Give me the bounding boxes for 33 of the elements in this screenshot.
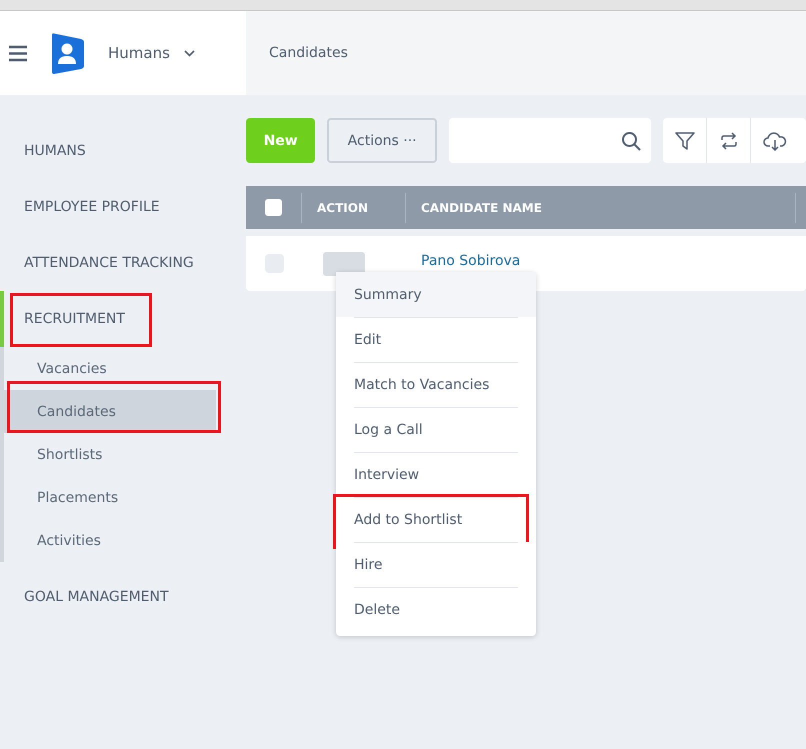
nav-subitem[interactable]: Candidates: [4, 390, 216, 433]
menu-item[interactable]: Add to Shortlist: [336, 497, 536, 542]
app-name[interactable]: Humans: [108, 44, 170, 62]
nav-item[interactable]: GOAL MANAGEMENT: [0, 569, 246, 625]
column-header: ACTION: [317, 200, 368, 214]
menu-item[interactable]: Edit: [336, 317, 536, 362]
filter-icon[interactable]: [674, 130, 694, 150]
select-all-checkbox[interactable]: [265, 199, 282, 216]
nav-item[interactable]: ATTENDANCE TRACKING: [0, 235, 246, 291]
cloud-download-icon[interactable]: [763, 130, 787, 150]
menu-item[interactable]: Match to Vacancies: [336, 362, 536, 407]
menu-item[interactable]: Log a Call: [336, 407, 536, 452]
nav-item[interactable]: HUMANS: [0, 123, 246, 179]
column-header: CANDIDATE NAME: [421, 200, 542, 214]
nav-subitem[interactable]: Vacancies: [4, 347, 216, 390]
menu-item[interactable]: Hire: [336, 542, 536, 587]
candidate-link[interactable]: Pano Sobirova: [421, 252, 520, 268]
nav-item[interactable]: EMPLOYEE PROFILE: [0, 179, 246, 235]
menu-icon[interactable]: [8, 44, 28, 62]
search-field[interactable]: [449, 118, 651, 163]
nav-subitem[interactable]: Activities: [4, 519, 216, 562]
search-icon: [621, 130, 641, 150]
page-title: Candidates: [269, 45, 348, 61]
logo-icon: [50, 32, 84, 74]
nav-subitem[interactable]: Shortlists: [4, 433, 216, 476]
nav-item[interactable]: RECRUITMENT: [0, 291, 246, 347]
menu-item[interactable]: Delete: [336, 587, 536, 632]
actions-button[interactable]: Actions ···: [327, 118, 437, 163]
menu-item[interactable]: Interview: [336, 452, 536, 497]
chevron-down-icon[interactable]: [184, 50, 195, 56]
nav-subitem[interactable]: Placements: [4, 476, 216, 519]
menu-item[interactable]: Summary: [336, 272, 536, 317]
swap-icon[interactable]: [720, 132, 738, 150]
